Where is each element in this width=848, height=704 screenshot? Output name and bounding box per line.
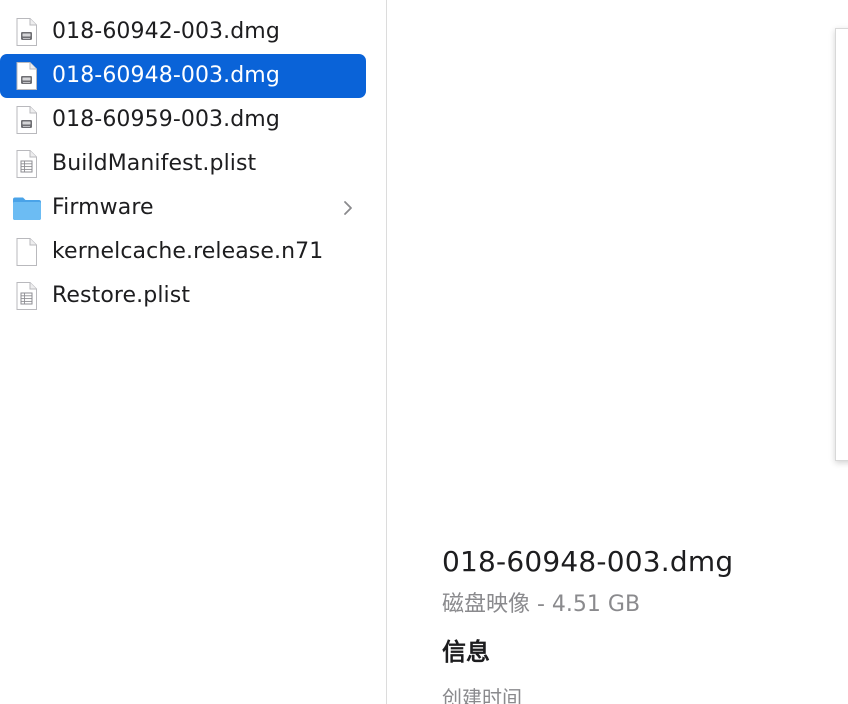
disk-image-icon bbox=[12, 105, 40, 135]
file-name-label: Firmware bbox=[52, 195, 154, 220]
file-name-label: Restore.plist bbox=[52, 283, 191, 308]
disk-image-icon bbox=[12, 61, 40, 91]
column-divider[interactable] bbox=[386, 0, 387, 704]
info-section-title: 信息 bbox=[442, 638, 490, 666]
file-row-restore-plist[interactable]: Restore.plist bbox=[0, 274, 386, 318]
file-name-label: 018-60959-003.dmg bbox=[52, 107, 280, 132]
document-icon bbox=[12, 237, 40, 267]
plist-file-icon bbox=[12, 149, 40, 179]
folder-icon bbox=[12, 193, 41, 223]
file-name-label: kernelcache.release.n71 bbox=[52, 239, 324, 264]
file-row-018-60942-003-dmg[interactable]: 018-60942-003.dmg bbox=[0, 10, 386, 54]
finder-window: 018-60942-003.dmg 018-60948-003.dmg 018-… bbox=[0, 0, 848, 704]
preview-kind-size: 磁盘映像 - 4.51 GB bbox=[442, 592, 641, 617]
file-column: 018-60942-003.dmg 018-60948-003.dmg 018-… bbox=[0, 0, 386, 704]
chevron-right-icon bbox=[340, 198, 356, 218]
preview-thumbnail bbox=[835, 28, 848, 461]
file-name-label: BuildManifest.plist bbox=[52, 151, 257, 176]
plist-file-icon bbox=[12, 281, 40, 311]
file-name-label: 018-60948-003.dmg bbox=[52, 63, 280, 88]
folder-row-firmware[interactable]: Firmware bbox=[0, 186, 386, 230]
file-row-kernelcache-release-n71[interactable]: kernelcache.release.n71 bbox=[0, 230, 386, 274]
disk-image-icon bbox=[12, 17, 40, 47]
created-date-label: 创建时间 bbox=[442, 686, 522, 704]
file-list: 018-60942-003.dmg 018-60948-003.dmg 018-… bbox=[0, 10, 386, 318]
file-row-buildmanifest-plist[interactable]: BuildManifest.plist bbox=[0, 142, 386, 186]
file-row-018-60959-003-dmg[interactable]: 018-60959-003.dmg bbox=[0, 98, 386, 142]
file-row-018-60948-003-dmg[interactable]: 018-60948-003.dmg bbox=[0, 54, 386, 98]
preview-file-name: 018-60948-003.dmg bbox=[442, 545, 734, 578]
file-name-label: 018-60942-003.dmg bbox=[52, 19, 280, 44]
